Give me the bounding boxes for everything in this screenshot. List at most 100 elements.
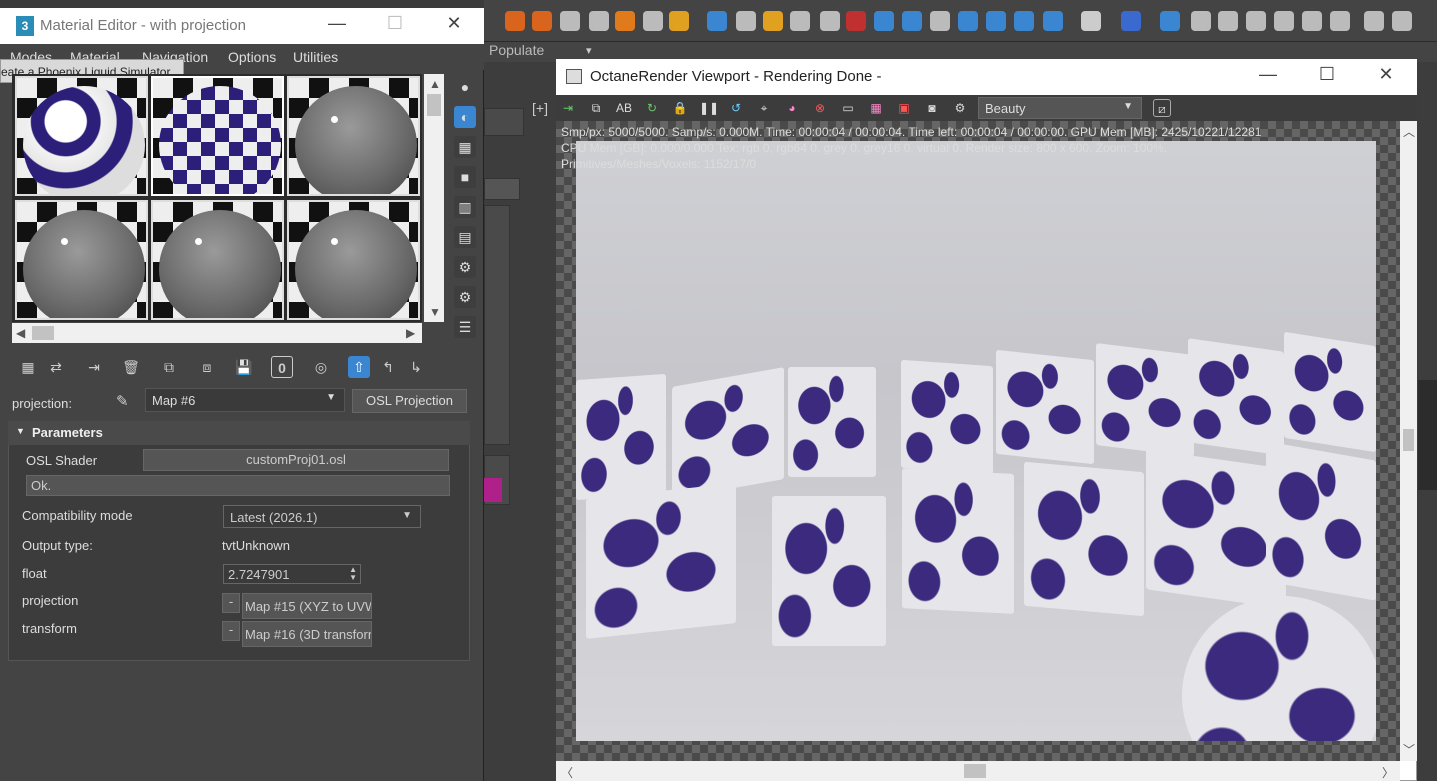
background-icon[interactable]: ▦	[454, 136, 476, 158]
octane-vertical-scrollbar[interactable]: ︿ ﹀	[1400, 121, 1417, 761]
grid-snap-icon[interactable]	[1160, 11, 1180, 31]
minimize-icon[interactable]: —	[322, 13, 352, 34]
smoke-icon[interactable]	[820, 11, 840, 31]
globe-icon[interactable]	[874, 11, 894, 31]
maximize-icon[interactable]: ☐	[380, 13, 410, 34]
options-icon[interactable]: ⚙	[454, 256, 476, 278]
help-icon[interactable]	[1081, 11, 1101, 31]
pause-icon[interactable]: ❚❚	[699, 99, 719, 117]
scroll-down-icon[interactable]: ▼	[429, 305, 441, 319]
reset-map-icon[interactable]: 🗑	[120, 356, 142, 378]
sample-slot-selected[interactable]	[151, 76, 284, 196]
copy-icon[interactable]: ⧉	[587, 99, 605, 117]
render-pass-dropdown[interactable]: Beauty ▼	[978, 97, 1142, 119]
rb-icon[interactable]	[1121, 11, 1141, 31]
particles-icon[interactable]	[930, 11, 950, 31]
put-material-icon[interactable]: ⇄	[45, 356, 67, 378]
link-icon[interactable]	[589, 11, 609, 31]
float-spinner[interactable]: 2.7247901 ▲ ▼	[223, 564, 361, 584]
octane-horizontal-scrollbar[interactable]: 〈 〉	[556, 761, 1400, 781]
parameters-rollout-header[interactable]: ▼ Parameters	[8, 421, 470, 445]
video-color-check-icon[interactable]: ▥	[454, 196, 476, 218]
command-panel-dropdown[interactable]	[484, 178, 520, 200]
maximize-icon[interactable]: ☐	[1312, 64, 1342, 85]
create-tool-icon[interactable]	[505, 11, 525, 31]
map-name-dropdown[interactable]: Map #6 ▼	[145, 388, 345, 412]
scroll-thumb[interactable]	[32, 326, 54, 340]
render-setup-icon[interactable]	[643, 11, 663, 31]
osl-shader-button[interactable]: customProj01.osl	[143, 449, 449, 471]
close-icon[interactable]: ✕	[1371, 64, 1401, 85]
material-map-navigator-icon[interactable]: ☰	[454, 316, 476, 338]
sim-icon[interactable]	[902, 11, 922, 31]
menu-utilities[interactable]: Utilities	[293, 49, 338, 65]
ab-compare-button[interactable]: AB	[615, 99, 633, 117]
populate-tab[interactable]: Populate	[489, 42, 544, 58]
material-editor-titlebar[interactable]: Material Editor - with projection — ☐ ✕	[0, 8, 484, 44]
map-type-button[interactable]: OSL Projection	[352, 389, 467, 413]
scroll-up-icon[interactable]: ▲	[429, 77, 441, 91]
projection-map-button[interactable]: Map #15 (XYZ to UVW	[242, 593, 372, 619]
sample-slot[interactable]	[287, 200, 420, 320]
clay-mode-icon[interactable]: ⊗	[811, 99, 829, 117]
save-icon[interactable]: 💾	[233, 356, 255, 378]
edit-set-icon[interactable]	[1330, 11, 1350, 31]
scroll-down-icon[interactable]: ﹀	[1403, 741, 1415, 758]
export-image-icon[interactable]: ⧄	[1153, 99, 1171, 117]
restart-render-icon[interactable]: ↻	[643, 99, 661, 117]
scroll-thumb[interactable]	[1403, 429, 1414, 451]
eyedropper-icon[interactable]: ✎	[116, 392, 129, 410]
get-material-icon[interactable]: ▦	[17, 356, 39, 378]
color-swatch[interactable]	[484, 478, 502, 502]
record-icon[interactable]	[846, 11, 866, 31]
minimize-icon[interactable]: —	[1253, 64, 1283, 85]
sample-slot[interactable]	[151, 200, 284, 320]
phoenix-icon[interactable]	[707, 11, 727, 31]
snap-icon[interactable]	[1191, 11, 1211, 31]
settings-gear-icon[interactable]: ⚙	[951, 99, 969, 117]
snap-toggle-icon[interactable]	[1218, 11, 1238, 31]
scroll-right-icon[interactable]: ▶	[406, 326, 415, 340]
transform-toggle-button[interactable]: -	[222, 621, 240, 641]
projection-toggle-button[interactable]: -	[222, 593, 240, 613]
material-id-button[interactable]: 0	[271, 356, 293, 378]
slots-vertical-scrollbar[interactable]: ▲ ▼	[424, 74, 444, 322]
scroll-up-icon[interactable]: ︿	[1403, 123, 1415, 140]
command-panel-tab[interactable]	[484, 108, 524, 136]
mirror-icon[interactable]	[1364, 11, 1384, 31]
focus-picker-icon[interactable]: ⌖	[755, 99, 773, 117]
film-region-icon[interactable]: ▦	[867, 99, 885, 117]
spinner-snap-icon[interactable]	[1302, 11, 1322, 31]
angle-snap-icon[interactable]	[1246, 11, 1266, 31]
percent-snap-icon[interactable]	[1274, 11, 1294, 31]
scroll-thumb[interactable]	[427, 94, 441, 116]
render-passes-icon[interactable]: ▣	[895, 99, 913, 117]
viewport-label[interactable]: [+]	[532, 100, 548, 116]
go-to-parent-icon[interactable]: ↰	[377, 356, 399, 378]
put-to-library-icon[interactable]: ⧈	[196, 356, 218, 378]
wave-icon[interactable]	[986, 11, 1006, 31]
go-forward-sibling-icon[interactable]: ↳	[405, 356, 427, 378]
compatibility-dropdown[interactable]: Latest (2026.1) ▼	[223, 505, 421, 528]
fire-tool-icon[interactable]	[532, 11, 552, 31]
octane-titlebar[interactable]: OctaneRender Viewport - Rendering Done -…	[556, 59, 1417, 95]
scroll-right-icon[interactable]: 〉	[1382, 764, 1394, 781]
transform-map-button[interactable]: Map #16 (3D transforr	[242, 621, 372, 647]
align-icon[interactable]	[1392, 11, 1412, 31]
show-end-result-icon[interactable]: ⇧	[348, 356, 370, 378]
modifier-icon[interactable]	[560, 11, 580, 31]
slots-horizontal-scrollbar[interactable]: ◀ ▶	[12, 323, 422, 343]
spinner-arrows-icon[interactable]: ▲ ▼	[349, 566, 357, 582]
lock-icon[interactable]: 🔒	[671, 99, 689, 117]
refresh-icon[interactable]: ↺	[727, 99, 745, 117]
send-scene-icon[interactable]: ⇥	[559, 99, 577, 117]
scroll-left-icon[interactable]: ◀	[16, 326, 25, 340]
uv-tiling-icon[interactable]: ■	[454, 166, 476, 188]
close-icon[interactable]: ✕	[439, 13, 469, 34]
assign-material-icon[interactable]: ⇥	[83, 356, 105, 378]
sample-type-icon[interactable]: ●	[454, 76, 476, 98]
make-preview-icon[interactable]: ▤	[454, 226, 476, 248]
select-by-material-icon[interactable]: ⚙	[454, 286, 476, 308]
make-unique-icon[interactable]: ⧉	[158, 356, 180, 378]
cup-icon[interactable]	[763, 11, 783, 31]
